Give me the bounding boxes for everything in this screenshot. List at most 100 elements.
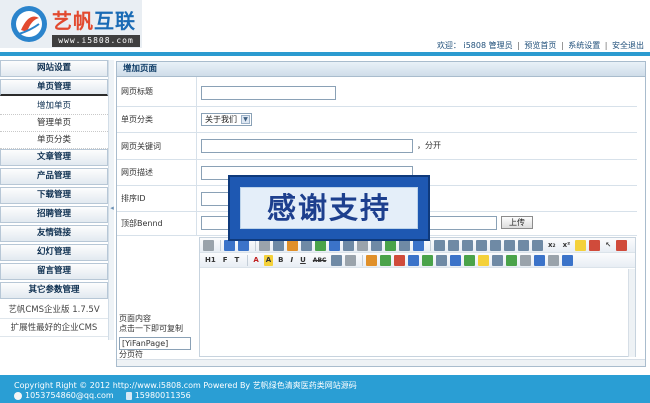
- main-horizontal-scrollbar[interactable]: [117, 359, 645, 366]
- help-icon[interactable]: [562, 254, 574, 266]
- paste-text-icon[interactable]: [301, 239, 312, 251]
- undo-icon[interactable]: [224, 239, 235, 251]
- font-size-icon[interactable]: T: [233, 255, 242, 266]
- logout-link[interactable]: 安全退出: [612, 40, 644, 51]
- category-select[interactable]: 关于我们 ▼: [201, 113, 252, 126]
- sidebar-menu-slides[interactable]: 幻灯管理: [0, 244, 108, 261]
- header-bar: [0, 52, 650, 56]
- keywords-label: 网页关键词: [119, 133, 197, 159]
- link-icon[interactable]: [534, 254, 546, 266]
- unordered-list-icon[interactable]: [504, 239, 515, 251]
- align-center-icon[interactable]: [448, 239, 459, 251]
- hr-icon[interactable]: [331, 254, 343, 266]
- page-title-input[interactable]: [201, 86, 336, 100]
- sidebar-item-add-page[interactable]: 增加单页: [0, 98, 108, 115]
- sidebar-item-page-categories[interactable]: 单页分类: [0, 132, 108, 149]
- emoticon-icon[interactable]: [478, 254, 490, 266]
- sidebar-menu-products[interactable]: 产品管理: [0, 168, 108, 185]
- page-break-tag[interactable]: [YiFanPage]: [119, 337, 191, 350]
- chevron-down-icon: ▼: [241, 115, 250, 124]
- order-input[interactable]: [201, 192, 231, 206]
- sidebar-menu-downloads[interactable]: 下载管理: [0, 187, 108, 204]
- logo-icon: [11, 6, 47, 42]
- preview-icon[interactable]: [385, 239, 396, 251]
- paste-icon[interactable]: [287, 239, 298, 251]
- indent-icon[interactable]: [518, 239, 529, 251]
- editor-scrollbar[interactable]: [628, 269, 635, 357]
- sidebar-menu-recruitment[interactable]: 招聘管理: [0, 206, 108, 223]
- source-icon[interactable]: [203, 239, 214, 251]
- flash-icon[interactable]: [394, 254, 406, 266]
- file-icon[interactable]: [422, 254, 434, 266]
- select-icon[interactable]: ↖: [603, 240, 613, 251]
- copy-icon[interactable]: [273, 239, 284, 251]
- outdent-icon[interactable]: [532, 239, 543, 251]
- anchor-icon[interactable]: [520, 254, 532, 266]
- page-break-icon[interactable]: [492, 254, 504, 266]
- font-family-icon[interactable]: F: [221, 255, 230, 266]
- heading-icon[interactable]: H1: [203, 255, 218, 266]
- sidebar-menu-links[interactable]: 友情链接: [0, 225, 108, 242]
- logo-text-part-2: 互联: [94, 9, 136, 33]
- print-icon[interactable]: [399, 239, 410, 251]
- map-icon[interactable]: [450, 254, 462, 266]
- preview-home-link[interactable]: 预览首页: [524, 40, 556, 51]
- sidebar-menu-articles[interactable]: 文章管理: [0, 149, 108, 166]
- logo[interactable]: 艺帆互联 www.i5808.com: [0, 0, 142, 48]
- redo-icon[interactable]: [238, 239, 249, 251]
- new-page-icon[interactable]: [371, 239, 382, 251]
- divider: |: [517, 41, 520, 50]
- upload-button[interactable]: 上传: [501, 216, 533, 229]
- subscript-icon[interactable]: x₂: [546, 240, 558, 251]
- underline-icon[interactable]: U: [298, 255, 308, 266]
- code-icon[interactable]: [464, 254, 476, 266]
- strike-icon[interactable]: ABC: [311, 255, 329, 266]
- sidebar-scrollbar[interactable]: ◂: [108, 60, 114, 340]
- panel-title: 增加页面: [117, 62, 645, 77]
- thanks-overlay: 感谢支持: [228, 175, 430, 241]
- bold-icon[interactable]: B: [276, 255, 285, 266]
- fullscreen-icon[interactable]: [616, 239, 628, 251]
- sidebar-menu-page-management[interactable]: 单页管理: [0, 79, 108, 96]
- category-label: 单页分类: [119, 107, 197, 132]
- phone-icon: [125, 391, 132, 400]
- media-icon[interactable]: [408, 254, 420, 266]
- align-right-icon[interactable]: [462, 239, 473, 251]
- select-all-icon[interactable]: [343, 239, 354, 251]
- editor-toolbar-row-2: H1 F T A A B I U ABC: [200, 253, 635, 268]
- logo-text: 艺帆互联: [52, 5, 136, 34]
- current-user: i5808 管理员: [463, 41, 513, 50]
- keywords-input[interactable]: [201, 139, 413, 153]
- align-left-icon[interactable]: [434, 239, 445, 251]
- sidebar-item-manage-pages[interactable]: 管理单页: [0, 115, 108, 132]
- content-label: 页面内容 点击一下即可复制 [YiFanPage] 分页符: [119, 314, 199, 360]
- clear-icon[interactable]: [589, 239, 601, 251]
- multi-image-icon[interactable]: [380, 254, 392, 266]
- replace-icon[interactable]: [329, 239, 340, 251]
- collapse-arrow-icon[interactable]: ◂: [109, 200, 115, 216]
- remove-format-icon[interactable]: [357, 239, 368, 251]
- cut-icon[interactable]: [259, 239, 270, 251]
- find-icon[interactable]: [315, 239, 326, 251]
- justify-icon[interactable]: [476, 239, 487, 251]
- special-char-icon[interactable]: [506, 254, 518, 266]
- format-painter-icon[interactable]: [575, 239, 587, 251]
- table-icon[interactable]: [436, 254, 448, 266]
- back-color-icon[interactable]: A: [263, 254, 274, 266]
- system-settings-link[interactable]: 系统设置: [568, 40, 600, 51]
- unlink-icon[interactable]: [548, 254, 560, 266]
- eraser-icon[interactable]: [345, 254, 357, 266]
- sidebar-menu-site-settings[interactable]: 网站设置: [0, 60, 108, 77]
- ordered-list-icon[interactable]: [490, 239, 501, 251]
- admin-app: 艺帆互联 www.i5808.com 欢迎： i5808 管理员 | 预览首页 …: [0, 0, 650, 403]
- sidebar-menu-other-params[interactable]: 其它参数管理: [0, 282, 108, 299]
- footer-phone: 15980011356: [134, 391, 191, 400]
- toolbar-divider: [247, 254, 249, 266]
- image-icon[interactable]: [366, 254, 378, 266]
- italic-icon[interactable]: I: [289, 255, 296, 266]
- sidebar-menu-messages[interactable]: 留言管理: [0, 263, 108, 280]
- fore-color-icon[interactable]: A: [251, 255, 260, 266]
- superscript-icon[interactable]: x²: [561, 240, 573, 251]
- qq-icon: [14, 391, 22, 400]
- template-icon[interactable]: [413, 239, 424, 251]
